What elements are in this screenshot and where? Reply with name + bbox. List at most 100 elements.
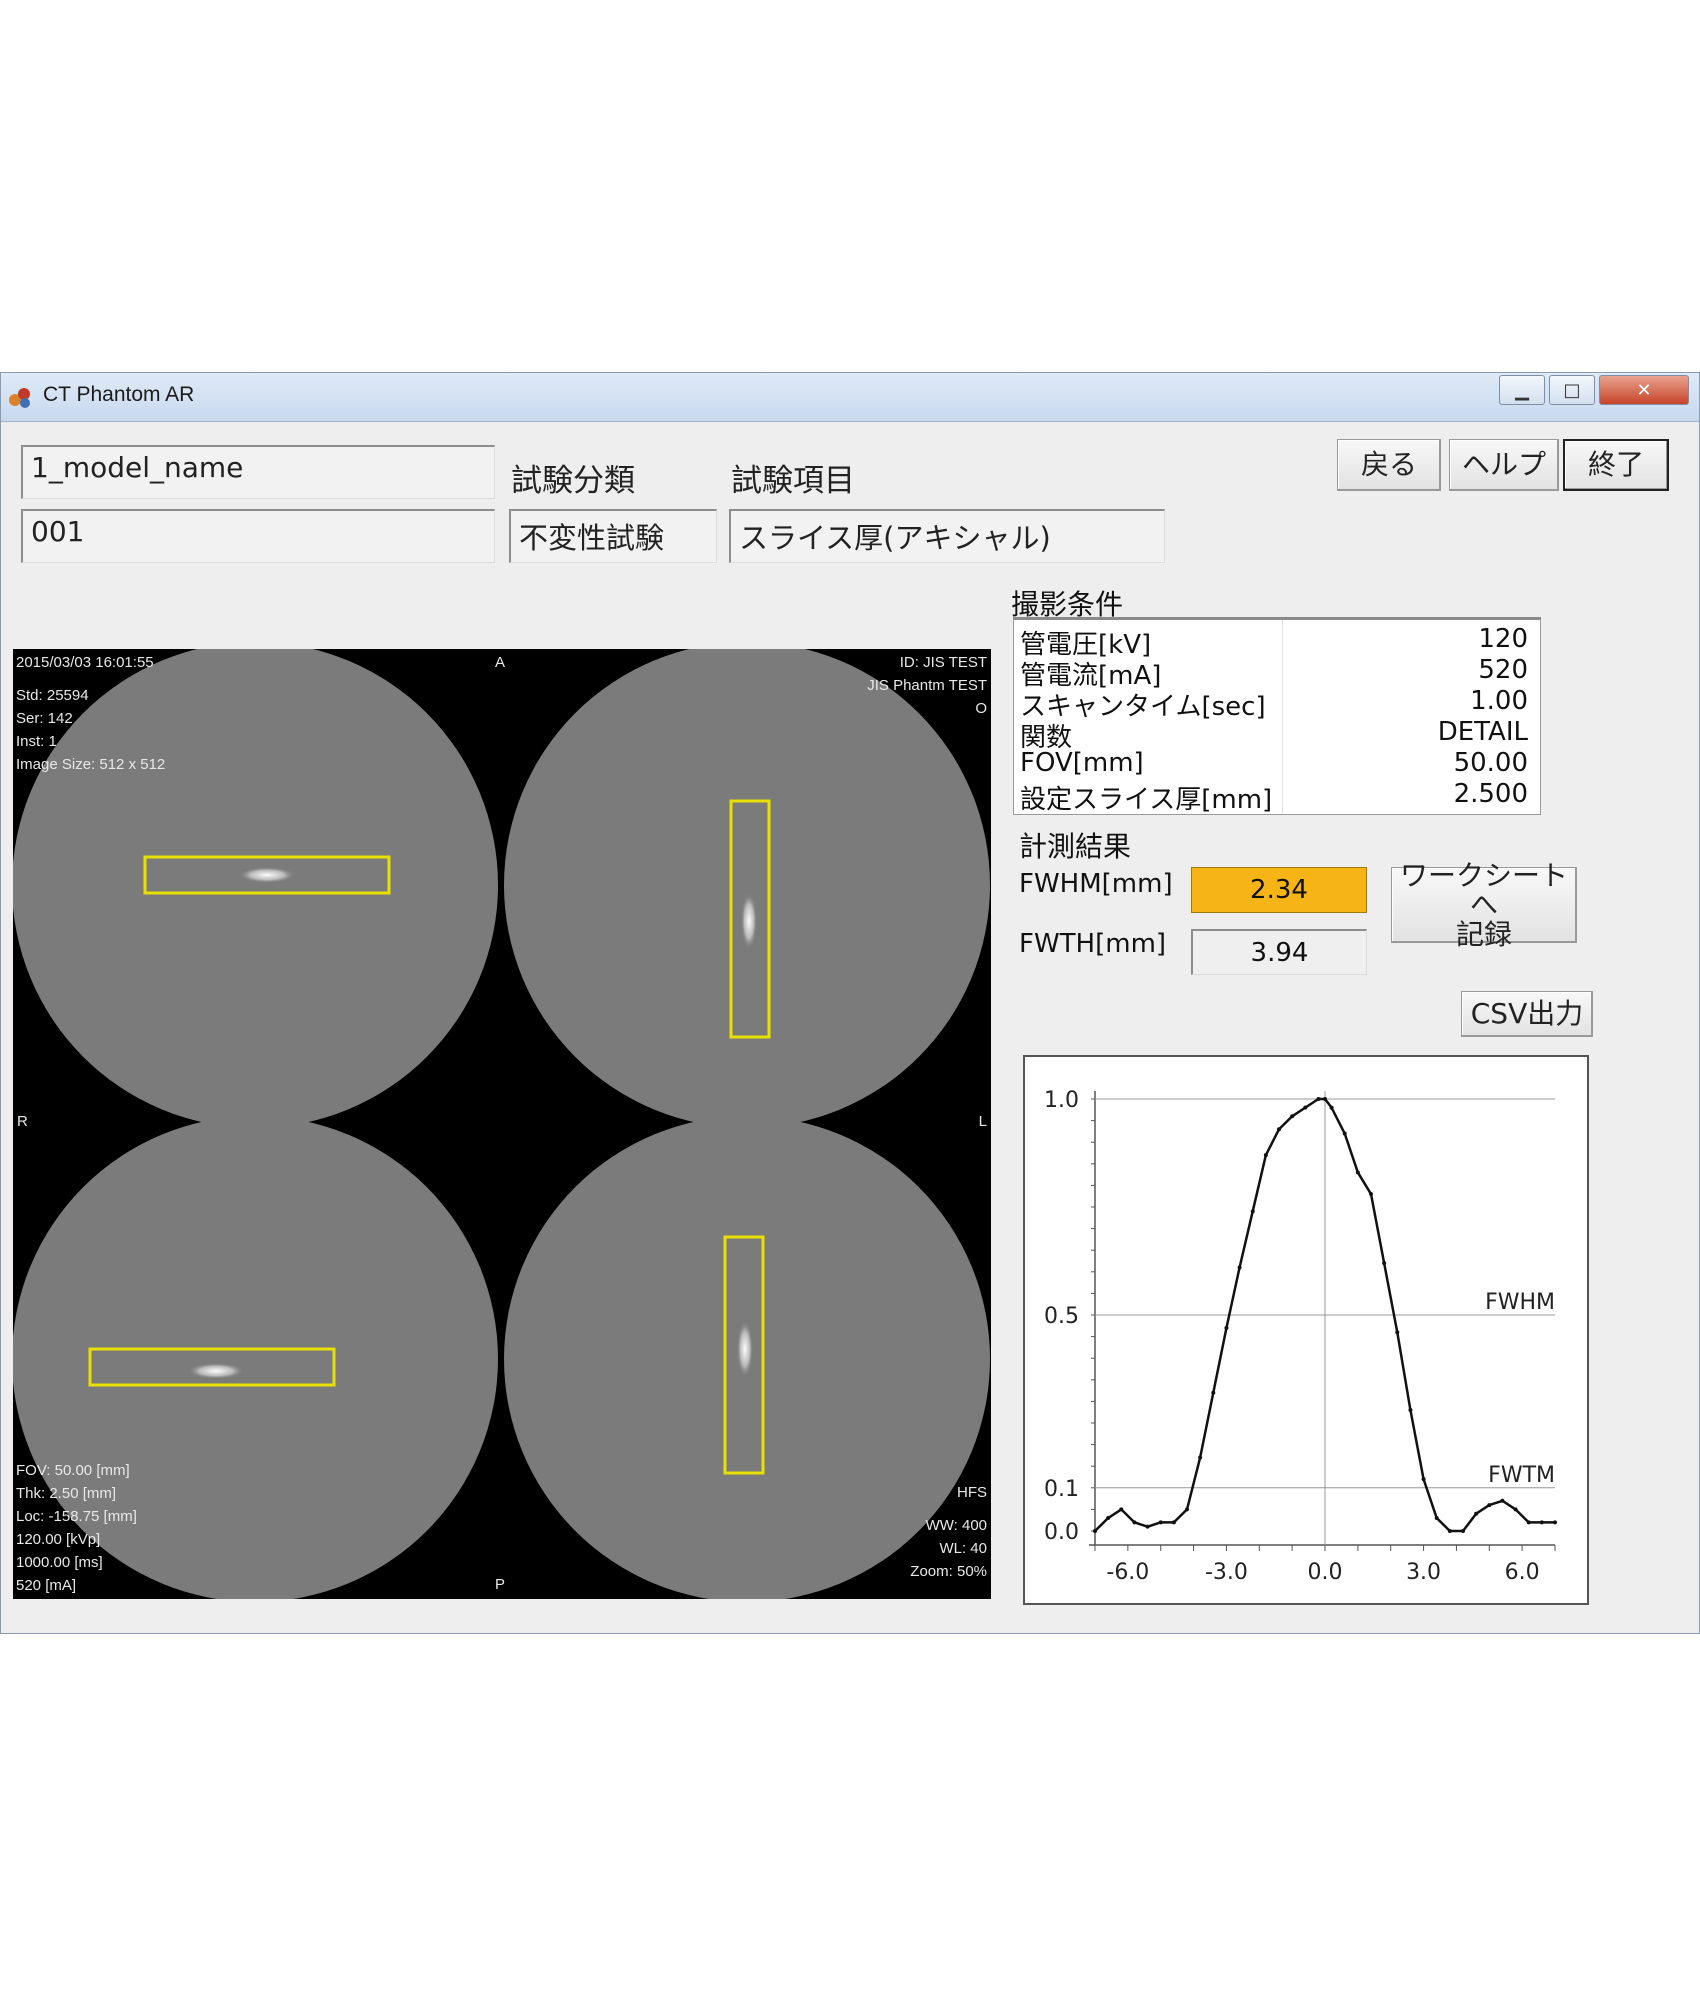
overlay-zoom: Zoom: 50%	[910, 1563, 987, 1580]
help-button[interactable]: ヘルプ	[1449, 439, 1559, 491]
profile-point	[1461, 1529, 1465, 1533]
overlay-thickness: Thk: 2.50 [mm]	[16, 1485, 117, 1502]
ct-image-viewer[interactable]: 2015/03/03 16:01:55 Std: 25594 Ser: 142 …	[13, 649, 991, 1599]
profile-point	[1329, 1105, 1334, 1110]
overlay-bottom-left: FOV: 50.00 [mm] Thk: 2.50 [mm] Loc: -158…	[16, 1459, 137, 1597]
orientation-posterior: P	[495, 1576, 506, 1593]
overlay-top-left: 2015/03/03 16:01:55 Std: 25594 Ser: 142 …	[16, 651, 165, 776]
title-bar[interactable]: CT Phantom AR ▁ □ ✕	[1, 373, 1699, 422]
profile-point	[1132, 1520, 1137, 1525]
conditions-row: スキャンタイム[sec] 1.00	[1014, 686, 1540, 722]
item-label: 試験項目	[731, 463, 855, 499]
item-field[interactable]: スライス厚(アキシャル)	[729, 509, 1165, 563]
conditions-table: 管電圧[kV] 120 管電流[mA] 520 スキャンタイム[sec] 1.0…	[1013, 617, 1541, 815]
profile-point	[1250, 1209, 1255, 1214]
profile-point	[1408, 1408, 1413, 1413]
profile-point	[1211, 1390, 1216, 1395]
profile-point	[1171, 1520, 1176, 1525]
x-tick-label: -6.0	[1106, 1560, 1149, 1585]
profile-point	[1093, 1529, 1097, 1533]
overlay-exposure-time: 1000.00 [ms]	[16, 1554, 103, 1571]
model-name-field[interactable]: 1_model_name	[21, 445, 495, 499]
overlay-bottom-right: HFS WW: 400 WL: 40 Zoom: 50%	[910, 1481, 987, 1583]
overlay-top-right: ID: JIS TEST JIS Phantm TEST O	[867, 651, 987, 720]
fwhm-label: FWHM[mm]	[1019, 869, 1173, 899]
overlay-instance: Inst: 1	[16, 733, 57, 750]
profile-point	[1355, 1170, 1360, 1175]
x-tick-label: 6.0	[1505, 1560, 1540, 1585]
x-tick-label: 3.0	[1406, 1560, 1441, 1585]
fwhm-value: 2.34	[1191, 867, 1367, 913]
profile-point	[1513, 1507, 1518, 1512]
slice-signal-top-right	[741, 893, 757, 949]
orientation-left: L	[978, 1113, 987, 1130]
results-title: 計測結果	[1019, 830, 1132, 863]
minimize-button[interactable]: ▁	[1499, 375, 1545, 405]
csv-export-button[interactable]: CSV出力	[1461, 991, 1593, 1037]
overlay-window-width: WW: 400	[925, 1517, 987, 1534]
overlay-blank-2	[910, 1504, 987, 1514]
conditions-row: 管電流[mA] 520	[1014, 655, 1540, 691]
profile-point	[1119, 1507, 1124, 1512]
slice-signal-top-left	[239, 867, 295, 883]
profile-point	[1263, 1153, 1268, 1158]
back-button[interactable]: 戻る	[1337, 439, 1441, 491]
y-tick-label: 0.1	[1044, 1477, 1079, 1502]
profile-point	[1323, 1097, 1327, 1101]
overlay-blank	[16, 674, 165, 684]
overlay-current: 520 [mA]	[16, 1577, 77, 1594]
category-field[interactable]: 不変性試験	[509, 509, 717, 563]
maximize-button[interactable]: □	[1549, 375, 1595, 405]
profile-point	[1539, 1520, 1544, 1525]
profile-point	[1500, 1498, 1505, 1503]
close-icon: ✕	[1636, 379, 1652, 401]
profile-point	[1185, 1507, 1189, 1512]
profile-point	[1447, 1529, 1452, 1533]
condition-value: DETAIL	[1437, 717, 1528, 747]
y-tick-label: 0.5	[1044, 1304, 1079, 1329]
profile-point	[1303, 1105, 1308, 1110]
condition-value: 520	[1478, 655, 1528, 685]
overlay-orientation-o: O	[975, 700, 987, 717]
orientation-anterior: A	[495, 654, 506, 671]
x-tick-label: -3.0	[1205, 1560, 1248, 1585]
phantom-images	[13, 649, 990, 1599]
profile-point	[1290, 1114, 1295, 1119]
conditions-row: 関数 DETAIL	[1014, 717, 1540, 753]
overlay-window-level: WL: 40	[939, 1540, 987, 1557]
profile-point	[1145, 1524, 1150, 1529]
fwtm-label: FWTH[mm]	[1019, 929, 1167, 959]
profile-point	[1434, 1516, 1439, 1521]
overlay-fov: FOV: 50.00 [mm]	[16, 1462, 130, 1479]
profile-plot: 1.0 0.5 0.1 0.0 -6.0 -3.0 0.0 3.0 6.0 FWHM FWTM	[1044, 1088, 1557, 1585]
record-worksheet-button[interactable]: ワークシートへ 記録	[1391, 861, 1577, 949]
fwtm-value: 3.94	[1191, 929, 1367, 975]
slice-signal-bottom-right	[737, 1321, 753, 1377]
overlay-patient-name: JIS Phantm TEST	[867, 677, 987, 694]
orientation-right: R	[17, 1113, 28, 1130]
condition-key: FOV[mm]	[1020, 748, 1144, 778]
condition-key: 設定スライス厚[mm]	[1020, 785, 1273, 815]
profile-point	[1474, 1511, 1479, 1516]
overlay-study: Std: 25594	[16, 687, 89, 704]
reference-line-label: FWTM	[1488, 1463, 1555, 1488]
slice-profile-chart: 1.0 0.5 0.1 0.0 -6.0 -3.0 0.0 3.0 6.0 FWHM FWTM	[1023, 1055, 1589, 1605]
profile-point	[1106, 1516, 1111, 1521]
profile-point	[1382, 1261, 1387, 1266]
profile-point	[1158, 1520, 1163, 1525]
window-title: CT Phantom AR	[43, 383, 195, 406]
category-label: 試験分類	[511, 463, 635, 499]
profile-point	[1198, 1455, 1203, 1460]
overlay-location: Loc: -158.75 [mm]	[16, 1508, 137, 1525]
maximize-icon: □	[1563, 379, 1581, 401]
overlay-image-size: Image Size: 512 x 512	[16, 756, 166, 773]
phantom-circle-top-right	[504, 649, 990, 1128]
condition-value: 50.00	[1453, 748, 1528, 778]
overlay-patient-id: ID: JIS TEST	[899, 654, 987, 671]
profile-point	[1316, 1097, 1321, 1101]
exit-button[interactable]: 終了	[1563, 439, 1669, 491]
id-field[interactable]: 001	[21, 509, 495, 563]
slice-signal-bottom-left	[188, 1363, 244, 1379]
close-button[interactable]: ✕	[1599, 375, 1689, 405]
profile-point	[1421, 1477, 1426, 1482]
